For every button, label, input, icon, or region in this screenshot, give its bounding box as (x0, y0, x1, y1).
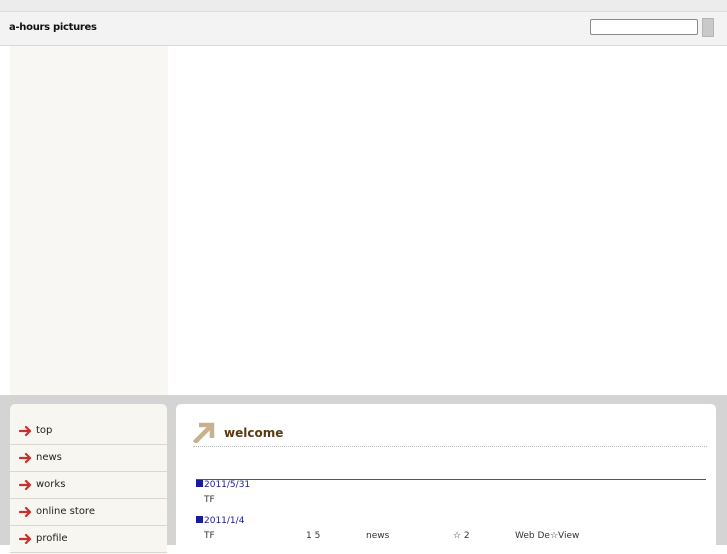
arrow-right-icon (19, 452, 32, 464)
heading-divider (193, 446, 707, 447)
bullet-square-icon (196, 516, 203, 523)
news-date: 2011/1/4 (196, 516, 244, 526)
bullet-square-icon (196, 480, 203, 487)
hero-main-area (168, 46, 727, 395)
nav-item-news[interactable]: news (10, 445, 167, 472)
top-strip (0, 0, 727, 12)
news-text: ☆ 2 (453, 531, 470, 541)
nav-item-label: online store (36, 506, 95, 517)
welcome-arrow-icon (193, 422, 215, 443)
news-link[interactable]: news (366, 531, 389, 541)
site-title[interactable]: a-hours pictures (9, 22, 97, 33)
news-text: TF (204, 531, 215, 541)
arrow-right-icon (19, 506, 32, 518)
hero-left-panel (10, 46, 168, 395)
news-text: 1 5 (306, 531, 321, 541)
content-panel: welcome 2011/5/31 TF 2011/1/4 TF 1 5 new… (176, 404, 716, 554)
nav-item-label: top (36, 425, 53, 436)
arrow-right-icon (19, 479, 32, 491)
nav-item-label: news (36, 452, 62, 463)
arrow-right-icon (19, 533, 32, 545)
arrow-right-icon (19, 425, 32, 437)
nav-item-works[interactable]: works (10, 472, 167, 499)
news-date: 2011/5/31 (196, 480, 250, 490)
nav-item-label: works (36, 479, 66, 490)
news-divider (196, 479, 706, 480)
nav-item-top[interactable]: top (10, 418, 167, 445)
welcome-heading: welcome (224, 426, 284, 440)
search-button[interactable] (702, 18, 714, 37)
nav-item-label: profile (36, 533, 68, 544)
news-text: TF (204, 495, 215, 505)
site-header: a-hours pictures (0, 12, 727, 46)
news-link[interactable]: Web De☆View (515, 531, 579, 541)
search-input[interactable] (590, 19, 698, 35)
nav-item-profile[interactable]: profile (10, 526, 167, 553)
nav-item-online-store[interactable]: online store (10, 499, 167, 526)
sidebar-nav: top news works online store profile (10, 404, 167, 554)
